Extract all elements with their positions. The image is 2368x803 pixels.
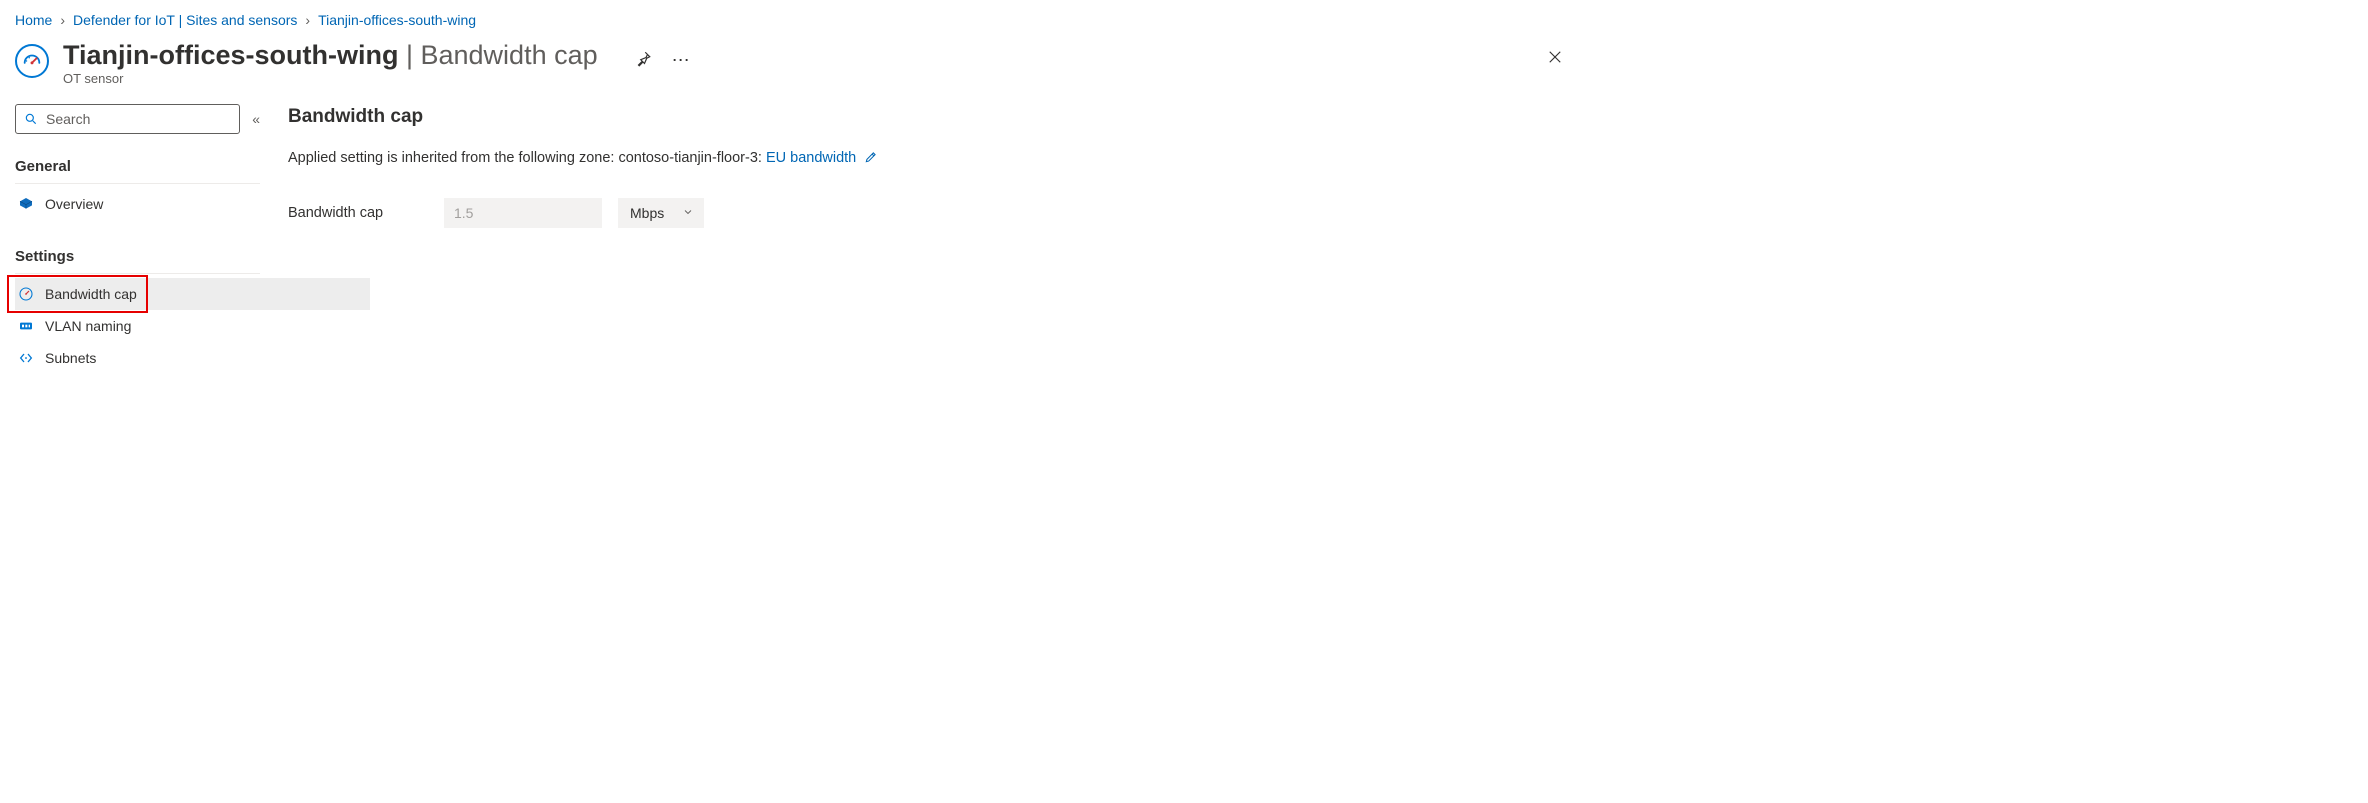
overview-icon	[17, 196, 35, 212]
content-heading: Bandwidth cap	[288, 106, 1564, 128]
collapse-sidebar-icon[interactable]: «	[252, 111, 260, 127]
gauge-small-icon	[17, 286, 35, 302]
page-title: Tianjin-offices-south-wing | Bandwidth c…	[63, 40, 598, 70]
inherited-zone-link[interactable]: EU bandwidth	[766, 150, 856, 166]
page-subtitle: OT sensor	[63, 71, 598, 86]
sidebar-item-label: Bandwidth cap	[45, 286, 137, 302]
gauge-icon	[15, 44, 49, 78]
subnets-icon	[17, 350, 35, 366]
breadcrumb-sites-sensors[interactable]: Defender for IoT | Sites and sensors	[73, 12, 297, 28]
close-icon[interactable]	[1546, 48, 1564, 69]
breadcrumb: Home › Defender for IoT | Sites and sens…	[15, 10, 1564, 28]
breadcrumb-current[interactable]: Tianjin-offices-south-wing	[318, 12, 476, 28]
bandwidth-unit-select[interactable]: Mbps	[618, 198, 704, 228]
search-input[interactable]	[46, 111, 231, 127]
chevron-down-icon	[682, 205, 694, 221]
breadcrumb-home[interactable]: Home	[15, 12, 52, 28]
bandwidth-cap-label: Bandwidth cap	[288, 205, 428, 221]
chevron-right-icon: ›	[60, 12, 65, 28]
chevron-right-icon: ›	[305, 12, 310, 28]
page-header: Tianjin-offices-south-wing | Bandwidth c…	[15, 40, 1564, 86]
vlan-icon	[17, 318, 35, 334]
search-icon	[24, 112, 38, 126]
sidebar-item-bandwidth-cap[interactable]: Bandwidth cap	[15, 278, 260, 310]
sidebar-item-vlan-naming[interactable]: VLAN naming	[15, 310, 260, 342]
inherited-setting-description: Applied setting is inherited from the fo…	[288, 150, 1564, 168]
bandwidth-unit-value: Mbps	[630, 205, 664, 221]
sidebar-item-label: Overview	[45, 196, 103, 212]
sidebar-section-general: General	[15, 152, 260, 184]
more-icon[interactable]: ⋯	[672, 50, 692, 71]
bandwidth-cap-form-row: Bandwidth cap Mbps	[288, 198, 1564, 228]
search-box[interactable]	[15, 104, 240, 134]
sidebar-item-label: Subnets	[45, 350, 96, 366]
bandwidth-cap-input[interactable]	[444, 198, 602, 228]
sidebar-item-subnets[interactable]: Subnets	[15, 342, 260, 374]
sidebar-section-settings: Settings	[15, 242, 260, 274]
main-content: Bandwidth cap Applied setting is inherit…	[288, 104, 1564, 396]
sidebar-item-label: VLAN naming	[45, 318, 131, 334]
sidebar: « General Overview Settings	[15, 104, 260, 396]
sidebar-item-overview[interactable]: Overview	[15, 188, 260, 220]
pin-icon[interactable]	[634, 50, 652, 71]
edit-icon[interactable]	[864, 152, 878, 168]
